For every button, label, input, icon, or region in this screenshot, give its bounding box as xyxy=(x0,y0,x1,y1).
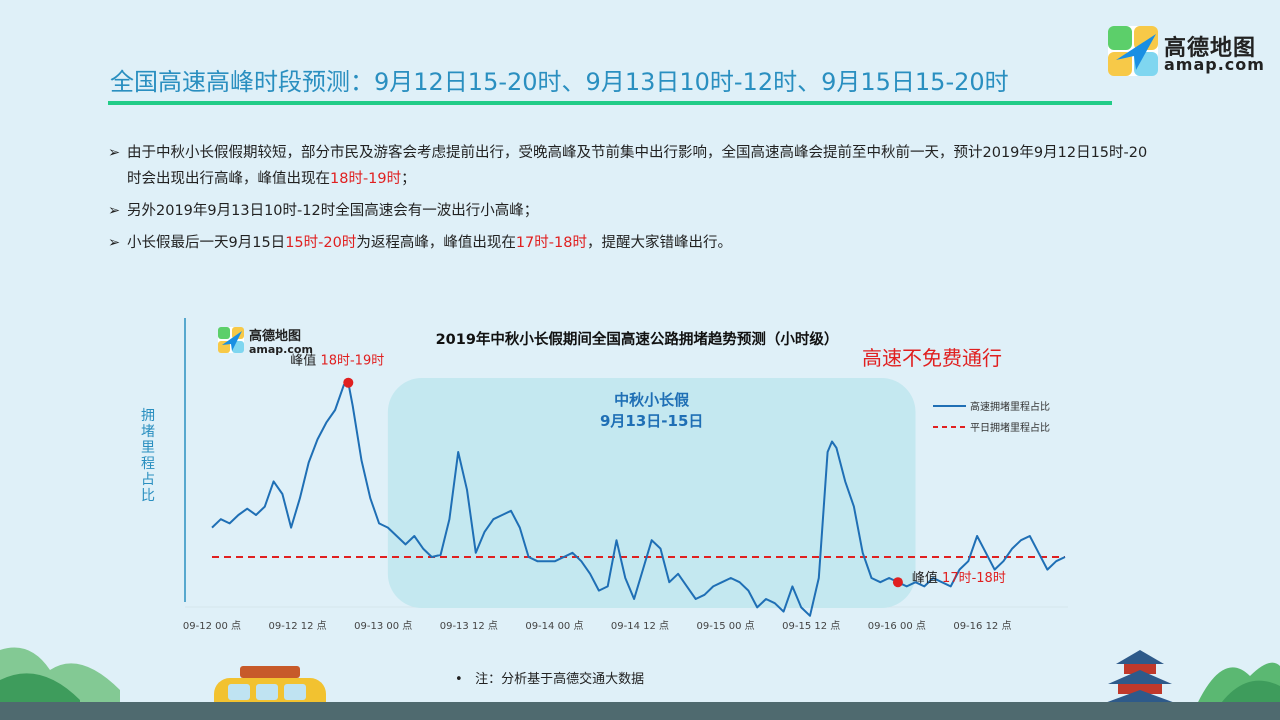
bullet-item: ➢ 小长假最后一天9月15日15时-20时为返程高峰，峰值出现在17时-18时，提… xyxy=(108,230,1148,256)
peak-marker xyxy=(343,377,354,388)
x-tick-label: 09-16 00 点 xyxy=(868,620,926,632)
ground-strip xyxy=(0,702,1280,720)
x-tick-label: 09-14 00 点 xyxy=(525,620,583,632)
y-axis-label-char: 程 xyxy=(141,456,155,472)
holiday-title: 中秋小长假 xyxy=(614,391,690,409)
arrow-icon: ➢ xyxy=(108,145,121,161)
legend-item-baseline: 平日拥堵里程占比 xyxy=(970,421,1050,434)
bullet-text-part: 为返程高峰，峰值出现在 xyxy=(356,235,516,251)
bullet-text: 由于中秋小长假假期较短，部分市民及游客会考虑提前出行，受晚高峰及节前集中出行影响… xyxy=(127,145,1147,187)
x-tick-label: 09-16 12 点 xyxy=(953,620,1011,632)
peak-label-text: 峰值 xyxy=(912,570,942,586)
x-tick-label: 09-13 00 点 xyxy=(354,620,412,632)
bullet-item: ➢ 另外2019年9月13日10时-12时全国高速会有一波出行小高峰； xyxy=(108,198,1148,224)
legend: 高速拥堵里程占比 平日拥堵里程占比 xyxy=(933,400,1050,434)
y-axis-label-char: 拥 xyxy=(141,408,155,424)
x-tick-label: 09-13 12 点 xyxy=(440,620,498,632)
peak-label-range: 17时-18时 xyxy=(942,571,1006,586)
peak-label-range: 18时-19时 xyxy=(320,354,384,369)
no-free-toll-label: 高速不免费通行 xyxy=(862,346,1002,370)
peak-label-text: 峰值 xyxy=(290,353,320,369)
logo-text-en: amap.com xyxy=(1164,55,1265,74)
chart-title: 2019年中秋小长假期间全国高速公路拥堵趋势预测（小时级） xyxy=(436,330,839,348)
footnote: • 注：分析基于高德交通大数据 xyxy=(455,668,644,687)
holiday-dates: 9月13日-15日 xyxy=(600,412,703,430)
bullet-highlight: 17时-18时 xyxy=(515,235,587,251)
bullet-text-part: 小长假最后一天9月15日 xyxy=(127,235,286,251)
bullet-highlight: 15时-20时 xyxy=(285,235,357,251)
y-axis-label: 拥堵里程占比 xyxy=(141,408,155,504)
page-title: 全国高速高峰时段预测：9月12日15-20时、9月13日10时-12时、9月15… xyxy=(110,68,1009,96)
x-tick-label: 09-15 00 点 xyxy=(697,620,755,632)
y-axis-label-char: 堵 xyxy=(141,424,155,440)
bullet-text-part: ； xyxy=(401,171,416,187)
bullet-text-part: ，提醒大家错峰出行。 xyxy=(586,235,732,251)
y-axis-label-char: 比 xyxy=(141,488,155,504)
x-tick-label: 09-14 12 点 xyxy=(611,620,669,632)
y-axis-label-text: 拥堵里程占比 xyxy=(141,408,155,504)
legend-item-congestion: 高速拥堵里程占比 xyxy=(970,400,1050,413)
peak-label: 峰值 18时-19时 xyxy=(290,353,384,369)
bullet-list: ➢ 由于中秋小长假假期较短，部分市民及游客会考虑提前出行，受晚高峰及节前集中出行影… xyxy=(108,140,1148,262)
traffic-chart: 中秋小长假 9月13日-15日 高德地图 amap.com 2019年中秋小长假… xyxy=(141,318,1068,632)
footnote-text: 注：分析基于高德交通大数据 xyxy=(475,672,645,687)
title-underline xyxy=(108,101,1112,105)
peak-marker xyxy=(892,577,903,588)
amap-logo-icon xyxy=(1108,26,1158,76)
arrow-icon: ➢ xyxy=(108,203,121,219)
arrow-icon: ➢ xyxy=(108,235,121,251)
bullet-highlight: 18时-19时 xyxy=(330,171,402,187)
x-tick-label: 09-15 12 点 xyxy=(782,620,840,632)
bullet-item: ➢ 由于中秋小长假假期较短，部分市民及游客会考虑提前出行，受晚高峰及节前集中出行影… xyxy=(108,140,1148,192)
chart-logo-cn: 高德地图 xyxy=(249,328,301,344)
bullet-text-part: 由于中秋小长假假期较短，部分市民及游客会考虑提前出行，受晚高峰及节前集中出行影响… xyxy=(127,145,1148,187)
chart-logo: 高德地图 amap.com xyxy=(218,327,313,356)
y-axis-label-char: 里 xyxy=(141,440,155,456)
bullet-dot: • xyxy=(455,672,476,687)
bullet-text: 另外2019年9月13日10时-12时全国高速会有一波出行小高峰； xyxy=(127,203,539,219)
peak-label: 峰值 17时-18时 xyxy=(912,570,1006,586)
chart-area: 中秋小长假 9月13日-15日 高德地图 amap.com 2019年中秋小长假… xyxy=(0,300,1280,640)
amap-logo: 高德地图 amap.com xyxy=(1106,24,1266,80)
bullet-text: 小长假最后一天9月15日15时-20时为返程高峰，峰值出现在17时-18时，提醒… xyxy=(127,235,732,251)
y-axis-label-char: 占 xyxy=(141,472,155,488)
